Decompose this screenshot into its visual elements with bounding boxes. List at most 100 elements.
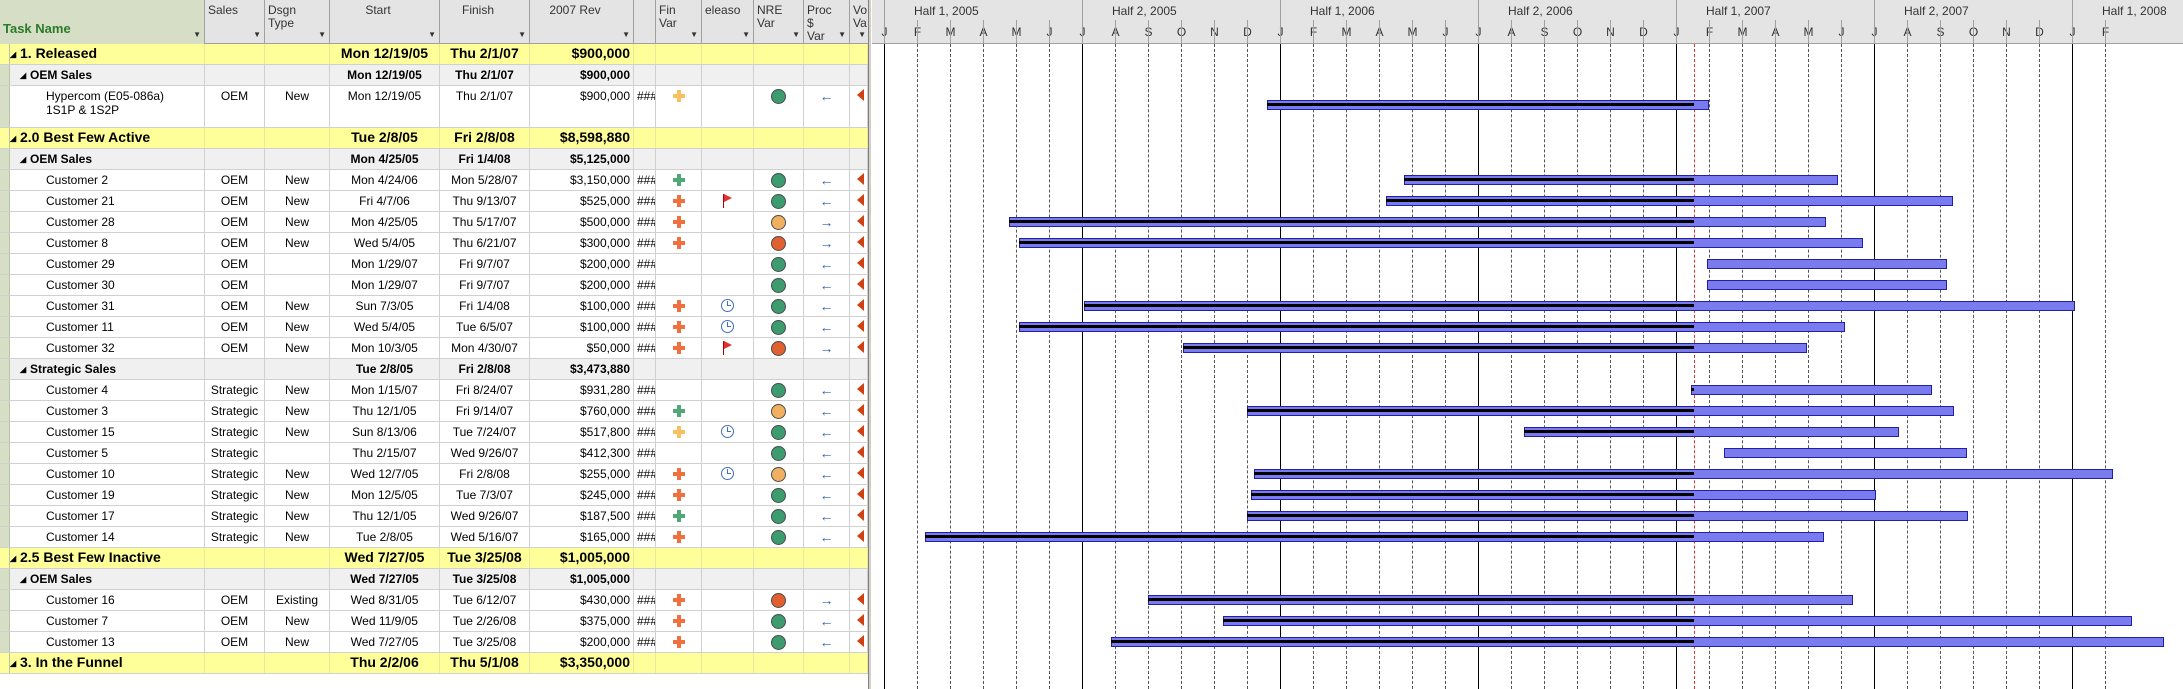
gantt-bar[interactable] [1706,280,1947,290]
task-name[interactable]: Customer 21 [46,194,115,208]
task-row[interactable]: Customer 28 OEM New Mon 4/25/05 Thu 5/17/07 $… [0,212,868,233]
summary-row[interactable]: ◢ 2.0 Best Few Active Tue 2/8/05 Fri 2/8/08… [0,128,868,149]
task-row[interactable]: Customer 15 Strategic New Sun 8/13/06 Tue 7/… [0,422,868,443]
column-header-start[interactable]: Start ▼ [330,0,440,44]
start-value: Mon 12/19/05 [347,68,422,82]
task-name[interactable]: Customer 11 [46,320,114,334]
task-row[interactable]: Customer 19 Strategic New Mon 12/5/05 Tue 7/… [0,485,868,506]
task-row[interactable]: Customer 30 OEM Mon 1/29/07 Fri 9/7/07 $200,… [0,275,868,296]
subsummary-row[interactable]: ◢ Strategic Sales Tue 2/8/05 Fri 2/8/08 $3,4… [0,359,868,380]
task-row[interactable]: Customer 10 Strategic New Wed 12/7/05 Fri 2/… [0,464,868,485]
task-row[interactable]: Customer 2 OEM New Mon 4/24/06 Mon 5/28/07 $3… [0,170,868,191]
task-name[interactable]: OEM Sales [30,572,92,586]
collapse-toggle-icon[interactable]: ◢ [20,573,28,587]
column-header-dsgn[interactable]: Dsgn Type ▼ [265,0,330,44]
dropdown-arrow-icon[interactable]: ▼ [838,28,846,41]
column-header-vol[interactable]: Vo Va ▼ [850,0,868,44]
task-name[interactable]: Customer 10 [46,467,115,481]
cell-release [702,590,754,610]
task-name[interactable]: Customer 2 [46,173,108,187]
task-name[interactable]: Customer 28 [46,215,115,229]
column-header-blank[interactable] [634,0,656,44]
task-row[interactable]: Customer 7 OEM New Wed 11/9/05 Tue 2/26/08 $3… [0,611,868,632]
cell-vol [850,464,868,484]
cell-proc: ← [804,191,850,211]
task-name[interactable]: Strategic Sales [30,362,116,376]
collapse-toggle-icon[interactable]: ◢ [10,657,18,671]
task-name[interactable]: Customer 14 [46,530,115,544]
task-name[interactable]: Customer 31 [46,299,115,313]
column-header-proc[interactable]: Proc $ Var ▼ [804,0,850,44]
column-header-finish[interactable]: Finish ▼ [440,0,530,44]
task-name[interactable]: Customer 3 [46,404,108,418]
summary-row[interactable]: ◢ 3. In the Funnel Thu 2/2/06 Thu 5/1/08 $3,… [0,653,868,674]
task-row[interactable]: Customer 16 OEM Existing Wed 8/31/05 Tue 6/1… [0,590,868,611]
summary-row[interactable]: ◢ 2.5 Best Few Inactive Wed 7/27/05 Tue 3/2… [0,548,868,569]
collapse-toggle-icon[interactable]: ◢ [10,132,18,146]
rev-value: $3,350,000 [559,654,630,670]
column-header-nre[interactable]: NRE Var ▼ [754,0,804,44]
collapse-toggle-icon[interactable]: ◢ [20,153,28,167]
task-name[interactable]: OEM Sales [30,152,92,166]
subsummary-row[interactable]: ◢ OEM Sales Mon 12/19/05 Thu 2/1/07 $900,000 [0,65,868,86]
collapse-toggle-icon[interactable]: ◢ [20,363,28,377]
subsummary-row[interactable]: ◢ OEM Sales Wed 7/27/05 Tue 3/25/08 $1,005,0… [0,569,868,590]
collapse-toggle-icon[interactable]: ◢ [20,69,28,83]
task-row[interactable]: Customer 3 Strategic New Thu 12/1/05 Fri 9/1… [0,401,868,422]
task-name[interactable]: Customer 15 [46,425,115,439]
task-row[interactable]: Customer 5 Strategic Thu 2/15/07 Wed 9/26/0… [0,443,868,464]
task-name[interactable]: Customer 13 [46,635,115,649]
collapse-toggle-icon[interactable]: ◢ [10,552,18,566]
gantt-bar[interactable] [1691,385,1933,395]
dropdown-arrow-icon[interactable]: ▼ [518,28,526,41]
task-row[interactable]: Customer 21 OEM New Fri 4/7/06 Thu 9/13/07 $5… [0,191,868,212]
gantt-bar[interactable] [1724,448,1968,458]
task-name[interactable]: Customer 17 [46,509,115,523]
dropdown-arrow-icon[interactable]: ▼ [858,28,866,41]
task-name[interactable]: Customer 30 [46,278,115,292]
task-name[interactable]: Customer 29 [46,257,115,271]
task-name[interactable]: 1. Released [20,45,97,61]
task-row[interactable]: Customer 32 OEM New Mon 10/3/05 Mon 4/30/07 $… [0,338,868,359]
task-name[interactable]: Hypercom (E05-086a) [46,89,164,103]
summary-row[interactable]: ◢ 1. Released Mon 12/19/05 Thu 2/1/07 $900,0… [0,44,868,65]
task-row[interactable]: Customer 13 OEM New Wed 7/27/05 Tue 3/25/08 $… [0,632,868,653]
column-header-release[interactable]: eleaso ▼ [702,0,754,44]
dropdown-arrow-icon[interactable]: ▼ [622,28,630,41]
task-row[interactable]: Customer 4 Strategic New Mon 1/15/07 Fri 8/2… [0,380,868,401]
task-name[interactable]: 2.0 Best Few Active [20,129,150,145]
cell-finish: Fri 8/24/07 [440,380,530,400]
subsummary-row[interactable]: ◢ OEM Sales Mon 4/25/05 Fri 1/4/08 $5,125,00… [0,149,868,170]
dropdown-arrow-icon[interactable]: ▼ [318,28,326,41]
task-name[interactable]: OEM Sales [30,68,92,82]
task-name[interactable]: Customer 8 [46,236,108,250]
column-header-sales[interactable]: Sales ▼ [205,0,265,44]
dropdown-arrow-icon[interactable]: ▼ [253,28,261,41]
task-row[interactable]: Customer 17 Strategic New Thu 12/1/05 Wed 9/… [0,506,868,527]
column-header-task[interactable]: Task Name ▼ [0,0,205,44]
dropdown-arrow-icon[interactable]: ▼ [690,28,698,41]
dropdown-arrow-icon[interactable]: ▼ [792,28,800,41]
task-name[interactable]: Customer 32 [46,341,115,355]
task-row[interactable]: Customer 8 OEM New Wed 5/4/05 Thu 6/21/07 $30… [0,233,868,254]
task-row[interactable]: Hypercom (E05-086a) 1S1P & 1S2P OEM New Mon … [0,86,868,128]
collapse-toggle-icon[interactable]: ◢ [10,48,18,62]
task-name[interactable]: Customer 7 [46,614,108,628]
gantt-bar[interactable] [1706,259,1947,269]
task-name[interactable]: 2.5 Best Few Inactive [20,549,161,565]
task-name[interactable]: Customer 4 [46,383,108,397]
task-row[interactable]: Customer 14 Strategic New Tue 2/8/05 Wed 5/1… [0,527,868,548]
column-header-fin[interactable]: Fin Var ▼ [656,0,702,44]
task-row[interactable]: Customer 31 OEM New Sun 7/3/05 Fri 1/4/08 $10… [0,296,868,317]
column-header-rev[interactable]: 2007 Rev ▼ [530,0,634,44]
dropdown-arrow-icon[interactable]: ▼ [428,28,436,41]
task-name[interactable]: 3. In the Funnel [20,654,123,670]
task-name[interactable]: Customer 19 [46,488,115,502]
dropdown-arrow-icon[interactable]: ▼ [193,28,201,41]
task-row[interactable]: Customer 29 OEM Mon 1/29/07 Fri 9/7/07 $200,… [0,254,868,275]
dropdown-arrow-icon[interactable]: ▼ [742,28,750,41]
task-name[interactable]: Customer 16 [46,593,115,607]
task-name[interactable]: Customer 5 [46,446,108,460]
cell-vol [850,569,868,589]
task-row[interactable]: Customer 11 OEM New Wed 5/4/05 Tue 6/5/07 $10… [0,317,868,338]
